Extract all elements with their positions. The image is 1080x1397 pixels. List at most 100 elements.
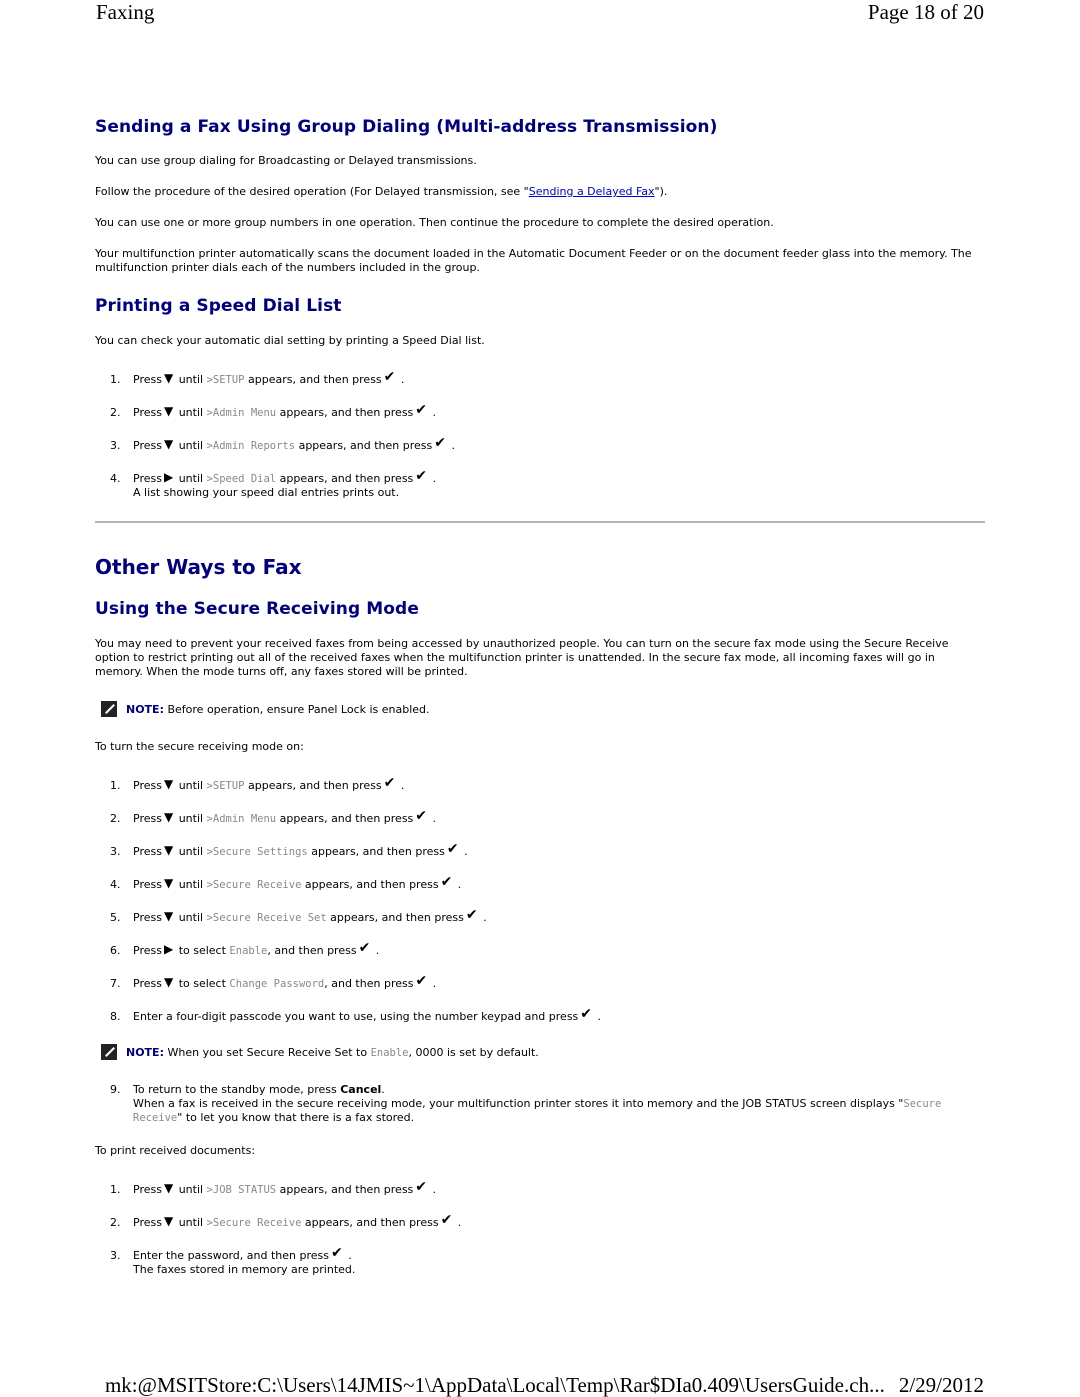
down-arrow-icon: ▼ bbox=[163, 909, 174, 923]
down-arrow-icon: ▼ bbox=[163, 1181, 174, 1195]
step-item: 4. Press ▼ until >Secure Receive appears, … bbox=[110, 874, 462, 891]
step-text: To return to the standby mode, press bbox=[133, 1083, 337, 1096]
step-text: Enter the password, and then press bbox=[133, 1249, 329, 1262]
code-text: Enable bbox=[370, 1047, 409, 1059]
text: " to let you know that there is a fax st… bbox=[177, 1111, 415, 1124]
paragraph: To turn the secure receiving mode on: bbox=[95, 740, 304, 753]
note-pencil-icon bbox=[101, 701, 117, 717]
note: NOTE: Before operation, ensure Panel Loc… bbox=[101, 701, 430, 717]
step-text: until bbox=[178, 373, 204, 386]
paragraph: You can use one or more group numbers in… bbox=[95, 216, 774, 229]
check-icon: ✔ bbox=[331, 1245, 343, 1261]
step-text: Press bbox=[133, 845, 162, 858]
step-text: Press bbox=[133, 373, 162, 386]
step-text: until bbox=[178, 779, 204, 792]
step-text: Press bbox=[133, 779, 162, 792]
step-item: 3. Enter the password, and then press ✔ .T… bbox=[110, 1245, 356, 1276]
step-text: appears, and then press bbox=[304, 878, 439, 891]
step-text: Press bbox=[133, 911, 162, 924]
link-sending-delayed-fax[interactable]: Sending a Delayed Fax bbox=[529, 185, 655, 198]
check-icon: ✔ bbox=[440, 874, 453, 890]
step-item: 2. Press ▼ until >Admin Menu appears, and … bbox=[110, 402, 437, 419]
step-text: Press bbox=[133, 944, 162, 957]
cancel-key: Cancel bbox=[340, 1083, 382, 1096]
lcd-menu-text: >Admin Reports bbox=[206, 440, 296, 452]
step-9-detail: When a fax is received in the secure rec… bbox=[133, 1097, 983, 1125]
step-text: until bbox=[178, 878, 204, 891]
check-icon: ✔ bbox=[580, 1006, 593, 1022]
step-item: 6. Press ▶ to select Enable, and then pres… bbox=[110, 940, 380, 957]
step-item: 3. Press ▼ until >Secure Settings appears,… bbox=[110, 841, 468, 858]
note-label: NOTE: bbox=[126, 703, 164, 716]
lcd-menu-text: Enable bbox=[229, 945, 268, 957]
down-arrow-icon: ▼ bbox=[163, 975, 174, 989]
step-number: 1. bbox=[110, 1183, 121, 1196]
paragraph: Follow the procedure of the desired oper… bbox=[95, 185, 985, 199]
step-text: Press bbox=[133, 977, 162, 990]
step-text: appears, and then press bbox=[298, 439, 433, 452]
step-text: appears, and then press bbox=[304, 1216, 439, 1229]
footer-path: mk:@MSITStore:C:\Users\14JMIS~1\AppData\… bbox=[104, 1373, 885, 1397]
down-arrow-icon: ▼ bbox=[163, 371, 174, 385]
check-icon: ✔ bbox=[434, 435, 446, 451]
step-result: A list showing your speed dial entries p… bbox=[133, 486, 400, 499]
step-item: 8. Enter a four-digit passcode you want t… bbox=[110, 1006, 602, 1023]
step-text: Press bbox=[133, 1216, 162, 1229]
paragraph: To print received documents: bbox=[95, 1144, 256, 1157]
lcd-menu-text: >Admin Menu bbox=[206, 813, 277, 825]
step-number: 4. bbox=[110, 472, 121, 485]
step-item: 7. Press ▼ to select Change Password, and … bbox=[110, 973, 437, 990]
step-item: 1. Press ▼ until >SETUP appears, and then … bbox=[110, 369, 405, 386]
step-number: 1. bbox=[110, 779, 121, 792]
step-text: appears, and then press bbox=[279, 472, 414, 485]
step-item: 2. Press ▼ until >Secure Receive appears, … bbox=[110, 1212, 462, 1229]
section-title-secure-receive: Using the Secure Receiving Mode bbox=[95, 599, 419, 619]
section-title-speed-dial: Printing a Speed Dial List bbox=[95, 296, 342, 316]
chapter-title-other-ways: Other Ways to Fax bbox=[95, 555, 302, 579]
lcd-menu-text: >JOB STATUS bbox=[206, 1184, 277, 1196]
check-icon: ✔ bbox=[440, 1212, 453, 1228]
step-item: 4. Press ▶ until >Speed Dial appears, and … bbox=[110, 468, 437, 499]
step-number: 3. bbox=[110, 1249, 121, 1262]
step-text: appears, and then press bbox=[330, 911, 464, 924]
down-arrow-icon: ▼ bbox=[163, 437, 174, 451]
step-text: until bbox=[178, 1183, 204, 1196]
step-text: Press bbox=[133, 439, 162, 452]
step-item: 5. Press ▼ until >Secure Receive Set appea… bbox=[110, 907, 487, 924]
check-icon: ✔ bbox=[446, 841, 459, 857]
lcd-menu-text: >SETUP bbox=[206, 780, 245, 792]
note-text: When you set Secure Receive Set to bbox=[167, 1046, 368, 1059]
paragraph: You can use group dialing for Broadcasti… bbox=[95, 154, 477, 167]
step-text: Press bbox=[133, 878, 162, 891]
step-text: appears, and then press bbox=[311, 845, 445, 858]
lcd-menu-text: >Speed Dial bbox=[206, 473, 277, 485]
step-number: 1. bbox=[110, 373, 121, 386]
step-text: until bbox=[178, 472, 204, 485]
text: Follow the procedure of the desired oper… bbox=[95, 185, 529, 198]
lcd-menu-text: >SETUP bbox=[206, 374, 245, 386]
note: NOTE: When you set Secure Receive Set to… bbox=[101, 1044, 539, 1060]
lcd-menu-text: >Secure Receive Set bbox=[206, 912, 327, 924]
down-arrow-icon: ▼ bbox=[163, 810, 174, 824]
footer-date: 2/29/2012 bbox=[898, 1373, 984, 1397]
lcd-menu-text: >Secure Receive bbox=[206, 879, 302, 891]
step-text: Enter a four-digit passcode you want to … bbox=[133, 1010, 579, 1023]
note-text: Before operation, ensure Panel Lock is e… bbox=[167, 703, 430, 716]
down-arrow-icon: ▼ bbox=[163, 843, 174, 857]
step-text: Press bbox=[133, 472, 162, 485]
paragraph: Your multifunction printer automatically… bbox=[95, 247, 972, 274]
down-arrow-icon: ▼ bbox=[163, 1214, 174, 1228]
section-title-group-dialing: Sending a Fax Using Group Dialing (Multi… bbox=[95, 117, 718, 137]
step-number: 8. bbox=[110, 1010, 121, 1023]
step-text: to select bbox=[178, 944, 226, 957]
down-arrow-icon: ▼ bbox=[163, 876, 174, 890]
check-icon: ✔ bbox=[415, 1179, 428, 1195]
step-text: until bbox=[178, 1216, 204, 1229]
step-text: until bbox=[178, 812, 204, 825]
check-icon: ✔ bbox=[358, 940, 371, 956]
step-text: appears, and then press bbox=[279, 812, 414, 825]
step-number: 9. bbox=[110, 1083, 121, 1096]
page-header-section: Faxing bbox=[96, 0, 155, 24]
page-number: Page 18 of 20 bbox=[867, 0, 984, 24]
section-divider bbox=[95, 521, 985, 523]
